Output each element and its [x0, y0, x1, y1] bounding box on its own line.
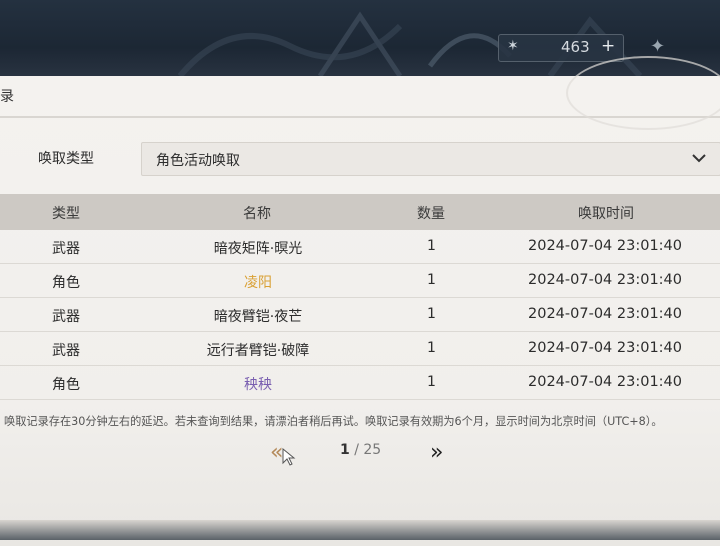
bottom-bar	[0, 520, 720, 540]
table-row: 武器 暗夜矩阵·暝光 1 2024-07-04 23:01:40	[0, 230, 720, 264]
table-row: 角色 秧秧 1 2024-07-04 23:01:40	[0, 366, 720, 400]
cell-name: 远行者臂铠·破障	[206, 343, 310, 359]
convene-type-dropdown[interactable]: 角色活动唤取	[141, 142, 720, 176]
header-time: 唤取时间	[578, 206, 634, 222]
currency-amount: 463	[561, 38, 590, 56]
header-quantity: 数量	[417, 206, 445, 222]
table-row: 角色 凌阳 1 2024-07-04 23:01:40	[0, 264, 720, 298]
convene-history-panel: 录 唤取类型 角色活动唤取 类型 名称 数量 唤取时间 武器 暗夜矩阵·暝光 1 20…	[0, 56, 720, 546]
convene-history-table: 类型 名称 数量 唤取时间 武器 暗夜矩阵·暝光 1 2024-07-04 23:01…	[0, 194, 720, 400]
current-page: 1	[340, 442, 350, 458]
header-name: 名称	[243, 206, 271, 222]
chevron-down-icon	[692, 154, 706, 163]
cell-time: 2024-07-04 23:01:40	[528, 272, 682, 288]
cell-time: 2024-07-04 23:01:40	[528, 340, 682, 356]
panel-title: 录	[0, 89, 14, 105]
cell-time: 2024-07-04 23:01:40	[528, 374, 682, 390]
total-pages: 25	[363, 442, 382, 458]
add-currency-button[interactable]: +	[601, 36, 615, 56]
cell-name: 秧秧	[244, 377, 272, 393]
cell-quantity: 1	[427, 272, 436, 288]
cell-time: 2024-07-04 23:01:40	[528, 238, 682, 254]
cell-name: 凌阳	[244, 275, 272, 291]
table-row: 武器 暗夜臂铠·夜芒 1 2024-07-04 23:01:40	[0, 298, 720, 332]
convene-type-value: 角色活动唤取	[156, 153, 240, 169]
panel-header: 录	[0, 56, 720, 130]
cursor-icon	[282, 448, 296, 466]
cell-quantity: 1	[427, 340, 436, 356]
pagination: « 1 / 25 »	[0, 438, 720, 468]
filter-label: 唤取类型	[38, 151, 94, 167]
delay-notice: 唤取记录存在30分钟左右的延迟。若未查询到结果，请漂泊者稍后再试。唤取记录有效期…	[4, 415, 663, 428]
cell-name: 暗夜臂铠·夜芒	[213, 309, 303, 325]
resource-icon[interactable]: ✦	[650, 36, 665, 57]
cell-time: 2024-07-04 23:01:40	[528, 306, 682, 322]
page-indicator: 1 / 25	[340, 442, 381, 458]
cell-quantity: 1	[427, 238, 436, 254]
cell-name: 暗夜矩阵·暝光	[213, 241, 303, 257]
cell-quantity: 1	[427, 374, 436, 390]
table-row: 武器 远行者臂铠·破障 1 2024-07-04 23:01:40	[0, 332, 720, 366]
next-page-button[interactable]: »	[430, 440, 443, 465]
table-header: 类型 名称 数量 唤取时间	[0, 194, 720, 230]
star-icon: ✶	[507, 38, 519, 54]
cell-quantity: 1	[427, 306, 436, 322]
corner-decoration	[566, 56, 720, 130]
currency-display: ✶ 463 +	[498, 34, 624, 62]
header-type: 类型	[52, 206, 80, 222]
page-separator: /	[349, 442, 364, 458]
